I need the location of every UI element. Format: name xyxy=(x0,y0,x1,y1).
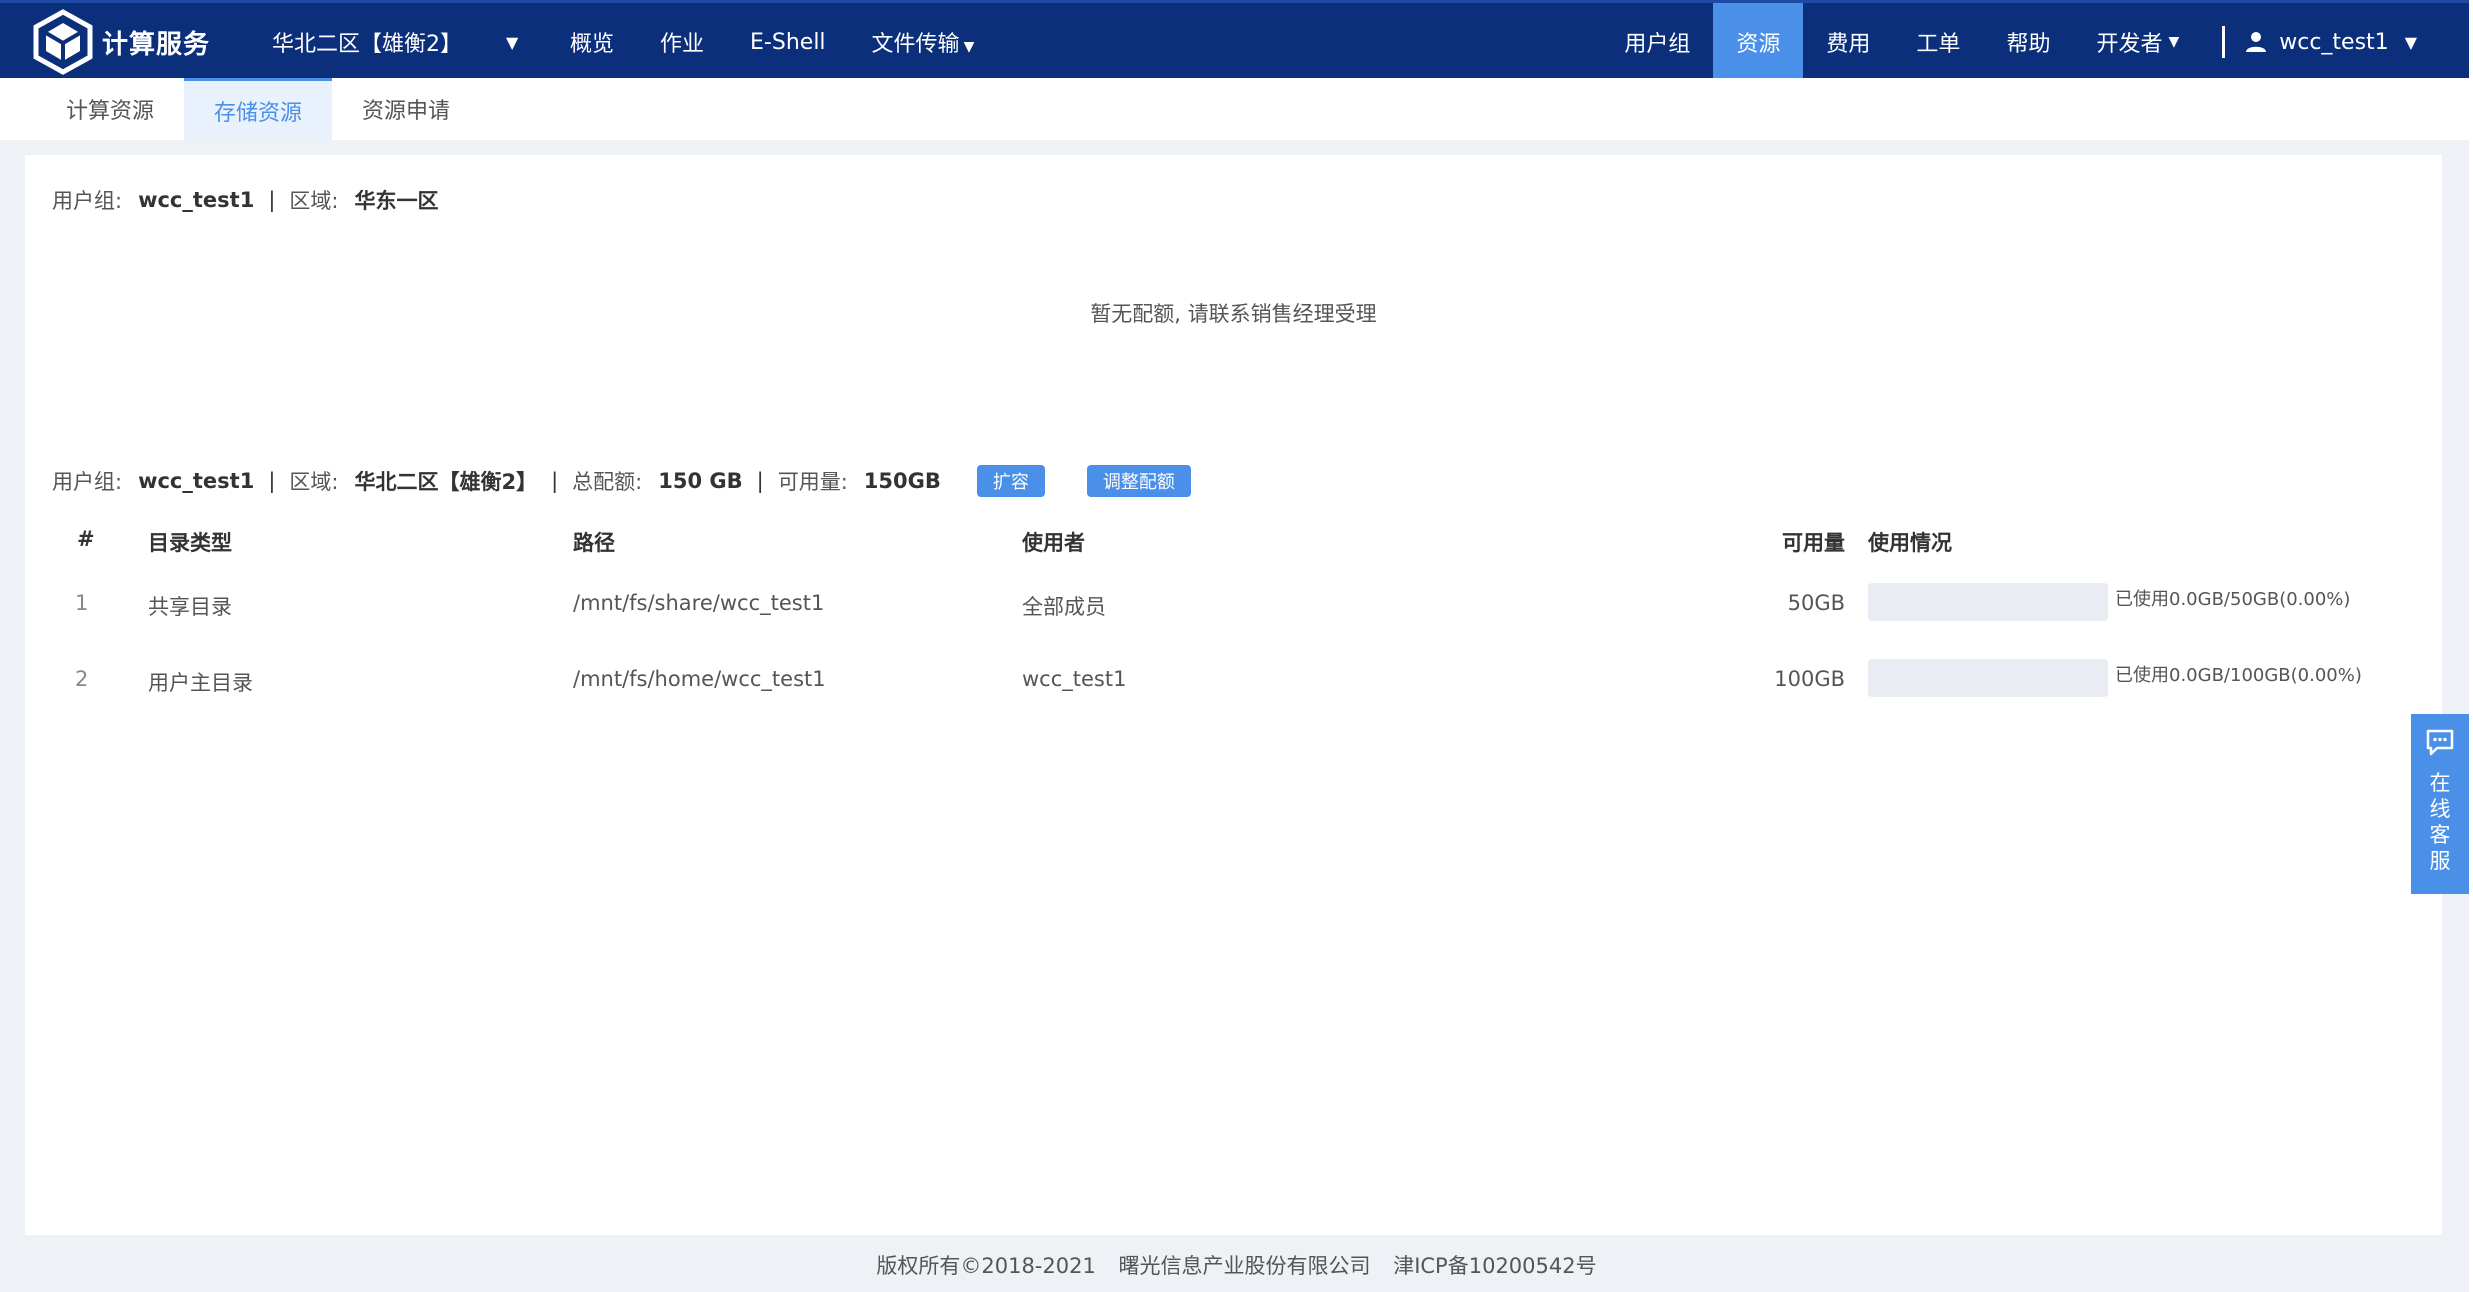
right-nav: 用户组 资源 费用 工单 帮助 开发者 ▼ wcc_test1 ▼ xyxy=(1601,3,2473,81)
header-available: 可用量 xyxy=(1782,531,1845,555)
resource-tabs: 计算资源 存储资源 资源申请 xyxy=(0,78,2473,140)
row-user: wcc_test1 xyxy=(1022,667,1127,691)
separator: | xyxy=(551,469,559,493)
group-label: 用户组: xyxy=(52,189,123,213)
caret-down-icon: ▼ xyxy=(963,39,975,55)
group-value: wcc_test1 xyxy=(138,188,255,212)
online-service-button[interactable]: 在线客服 xyxy=(2411,714,2469,894)
chevron-down-icon: ▼ xyxy=(2404,32,2417,52)
region-label: 区域: xyxy=(289,470,339,494)
storage-card: 用户组: wcc_test1 | 区域: 华东一区 暂无配额, 请联系销售经理受… xyxy=(25,155,2442,1235)
nav-ticket[interactable]: 工单 xyxy=(1893,3,1983,81)
nav-help[interactable]: 帮助 xyxy=(1983,3,2073,81)
header-dir-type: 目录类型 xyxy=(148,531,232,555)
region-label: 华北二区【雄衡2】 xyxy=(272,32,462,57)
nav-resource[interactable]: 资源 xyxy=(1713,3,1804,81)
group-value: wcc_test1 xyxy=(138,469,255,493)
row-path: /mnt/fs/home/wcc_test1 xyxy=(573,667,826,691)
caret-down-icon: ▼ xyxy=(2168,34,2180,50)
quota-label: 总配额: xyxy=(572,470,643,494)
top-navbar: 计算服务 华北二区【雄衡2】 ▼ 概览 作业 E-Shell 文件传输 ▼ 用户组… xyxy=(0,0,2473,81)
available-value: 150GB xyxy=(863,469,941,493)
header-user: 使用者 xyxy=(1022,531,1085,555)
row-index: 1 xyxy=(75,591,89,615)
user-menu[interactable]: wcc_test1 ▼ xyxy=(2245,3,2473,81)
adjust-quota-button[interactable]: 调整配额 xyxy=(1086,465,1191,497)
nav-usergroup[interactable]: 用户组 xyxy=(1601,3,1713,81)
chevron-down-icon: ▼ xyxy=(506,32,519,52)
cube-logo-icon xyxy=(33,9,93,75)
separator: | xyxy=(756,469,764,493)
usage-text: 已使用0.0GB/50GB(0.00%) xyxy=(2115,589,2351,610)
expand-button[interactable]: 扩容 xyxy=(976,465,1045,497)
footer-company: 曙光信息产业股份有限公司 xyxy=(1118,1254,1371,1278)
separator: | xyxy=(268,188,276,212)
region-value: 华东一区 xyxy=(354,189,439,213)
empty-quota-message: 暂无配额, 请联系销售经理受理 xyxy=(1090,302,1377,326)
row-dir-type: 共享目录 xyxy=(148,595,232,619)
header-usage: 使用情况 xyxy=(1868,531,1952,555)
footer: 版权所有©2018-2021 曙光信息产业股份有限公司 津ICP备1020054… xyxy=(0,1250,2473,1280)
row-available: 50GB xyxy=(1787,591,1845,615)
available-label: 可用量: xyxy=(777,470,848,494)
nav-developer-label: 开发者 xyxy=(2096,32,2163,57)
nav-file-transfer[interactable]: 文件传输 ▼ xyxy=(872,26,975,58)
right-edge xyxy=(2469,0,2473,1292)
separator: | xyxy=(268,469,276,493)
online-service-label: 在线客服 xyxy=(2429,771,2451,873)
tab-compute-resource[interactable]: 计算资源 xyxy=(36,78,184,140)
row-dir-type: 用户主目录 xyxy=(148,671,253,695)
user-icon xyxy=(2246,32,2267,52)
usage-progress-bar xyxy=(1868,583,2108,621)
main-nav: 概览 作业 E-Shell 文件传输 ▼ xyxy=(570,3,1020,81)
region-selector[interactable]: 华北二区【雄衡2】 ▼ xyxy=(272,3,518,81)
group-label: 用户组: xyxy=(52,470,123,494)
region-label: 区域: xyxy=(289,189,339,213)
section2-info: 用户组: wcc_test1 | 区域: 华北二区【雄衡2】 | 总配额: 15… xyxy=(52,465,1191,497)
header-path: 路径 xyxy=(573,531,615,555)
nav-eshell[interactable]: E-Shell xyxy=(750,30,826,55)
nav-developer[interactable]: 开发者 ▼ xyxy=(2073,3,2202,81)
username: wcc_test1 xyxy=(2279,29,2389,55)
tab-storage-resource[interactable]: 存储资源 xyxy=(184,78,333,140)
nav-overview[interactable]: 概览 xyxy=(570,26,614,58)
nav-file-transfer-label: 文件传输 xyxy=(871,32,960,57)
footer-copyright: 版权所有©2018-2021 xyxy=(876,1254,1096,1278)
row-available: 100GB xyxy=(1774,667,1845,691)
region-value: 华北二区【雄衡2】 xyxy=(354,470,538,494)
nav-cost[interactable]: 费用 xyxy=(1803,3,1893,81)
brand-logo[interactable]: 计算服务 xyxy=(32,6,210,78)
quota-value: 150 GB xyxy=(658,469,743,493)
footer-icp[interactable]: 津ICP备10200542号 xyxy=(1393,1254,1596,1278)
nav-divider xyxy=(2222,26,2226,58)
usage-progress-bar xyxy=(1868,659,2108,697)
section1-info: 用户组: wcc_test1 | 区域: 华东一区 xyxy=(52,185,438,215)
usage-text: 已使用0.0GB/100GB(0.00%) xyxy=(2115,665,2362,686)
chat-bubble-icon xyxy=(2426,729,2454,756)
header-index: # xyxy=(77,527,95,551)
nav-jobs[interactable]: 作业 xyxy=(660,26,704,58)
row-user: 全部成员 xyxy=(1022,595,1106,619)
row-index: 2 xyxy=(75,667,89,691)
row-path: /mnt/fs/share/wcc_test1 xyxy=(573,591,825,615)
brand-name: 计算服务 xyxy=(102,29,211,60)
tab-resource-application[interactable]: 资源申请 xyxy=(332,78,480,140)
